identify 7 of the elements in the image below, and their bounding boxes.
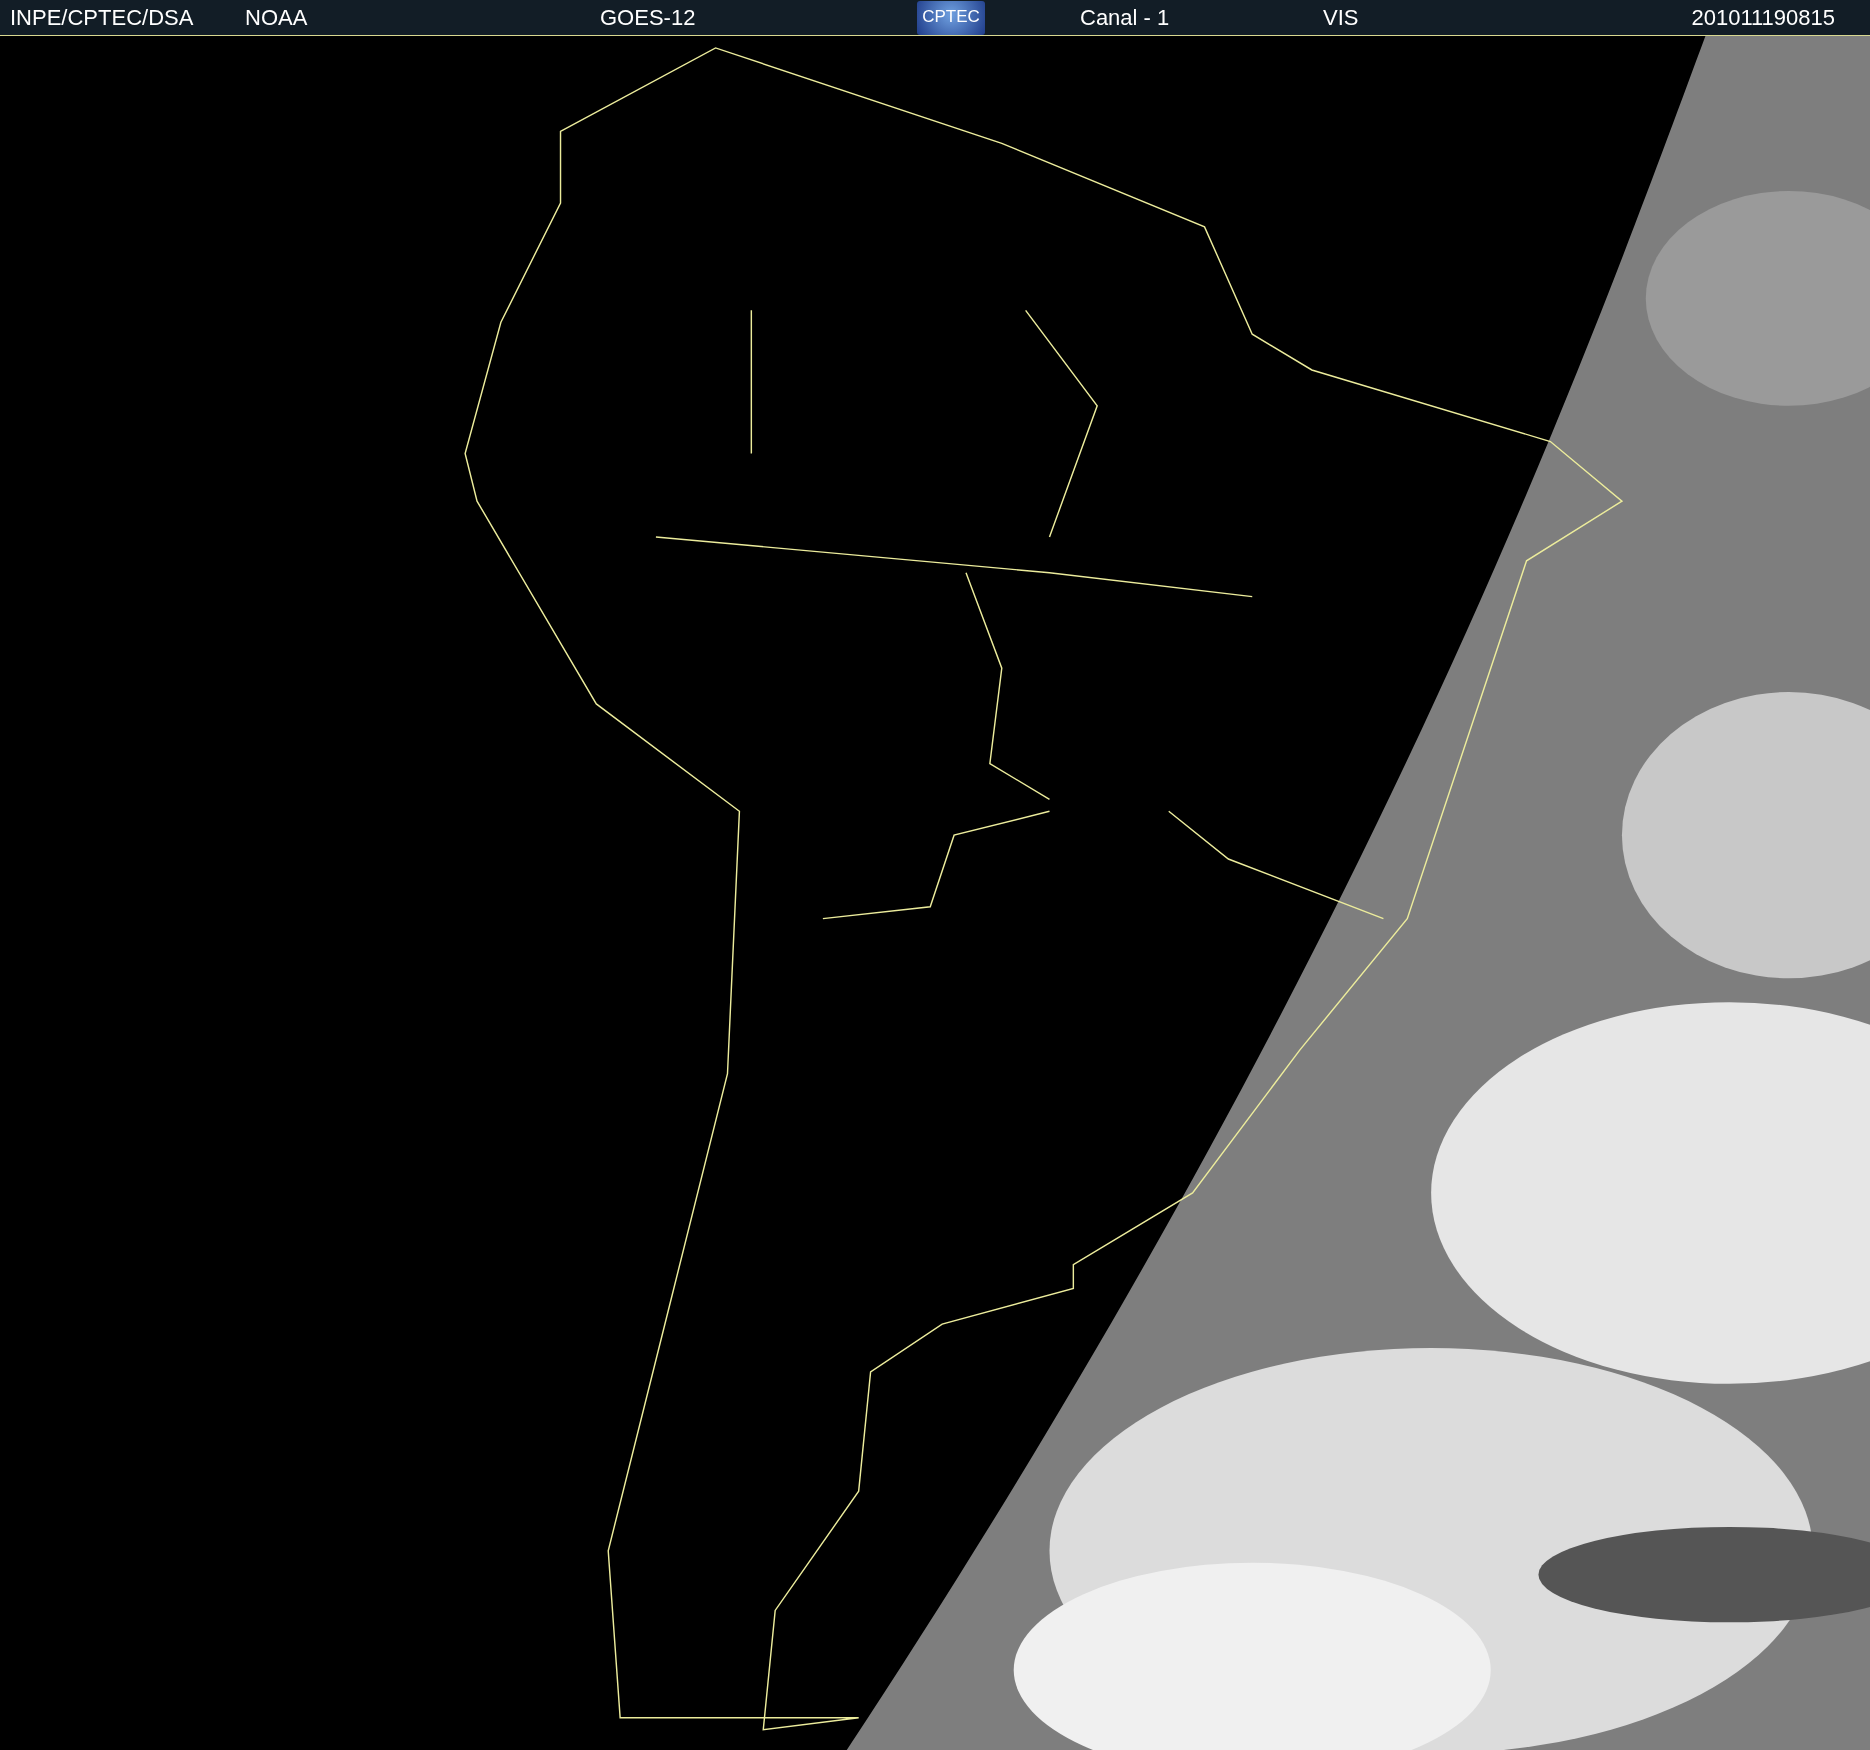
header-label: VIS — [1323, 4, 1359, 30]
header-label: INPE/CPTEC/DSA — [10, 4, 194, 30]
header-label: NOAA — [245, 4, 308, 30]
timestamp: 201011190815 — [1691, 4, 1835, 31]
logo: CPTEC — [917, 0, 985, 35]
header-label: Canal - 1 — [1080, 4, 1170, 30]
header-label: GOES-12 — [600, 4, 696, 30]
